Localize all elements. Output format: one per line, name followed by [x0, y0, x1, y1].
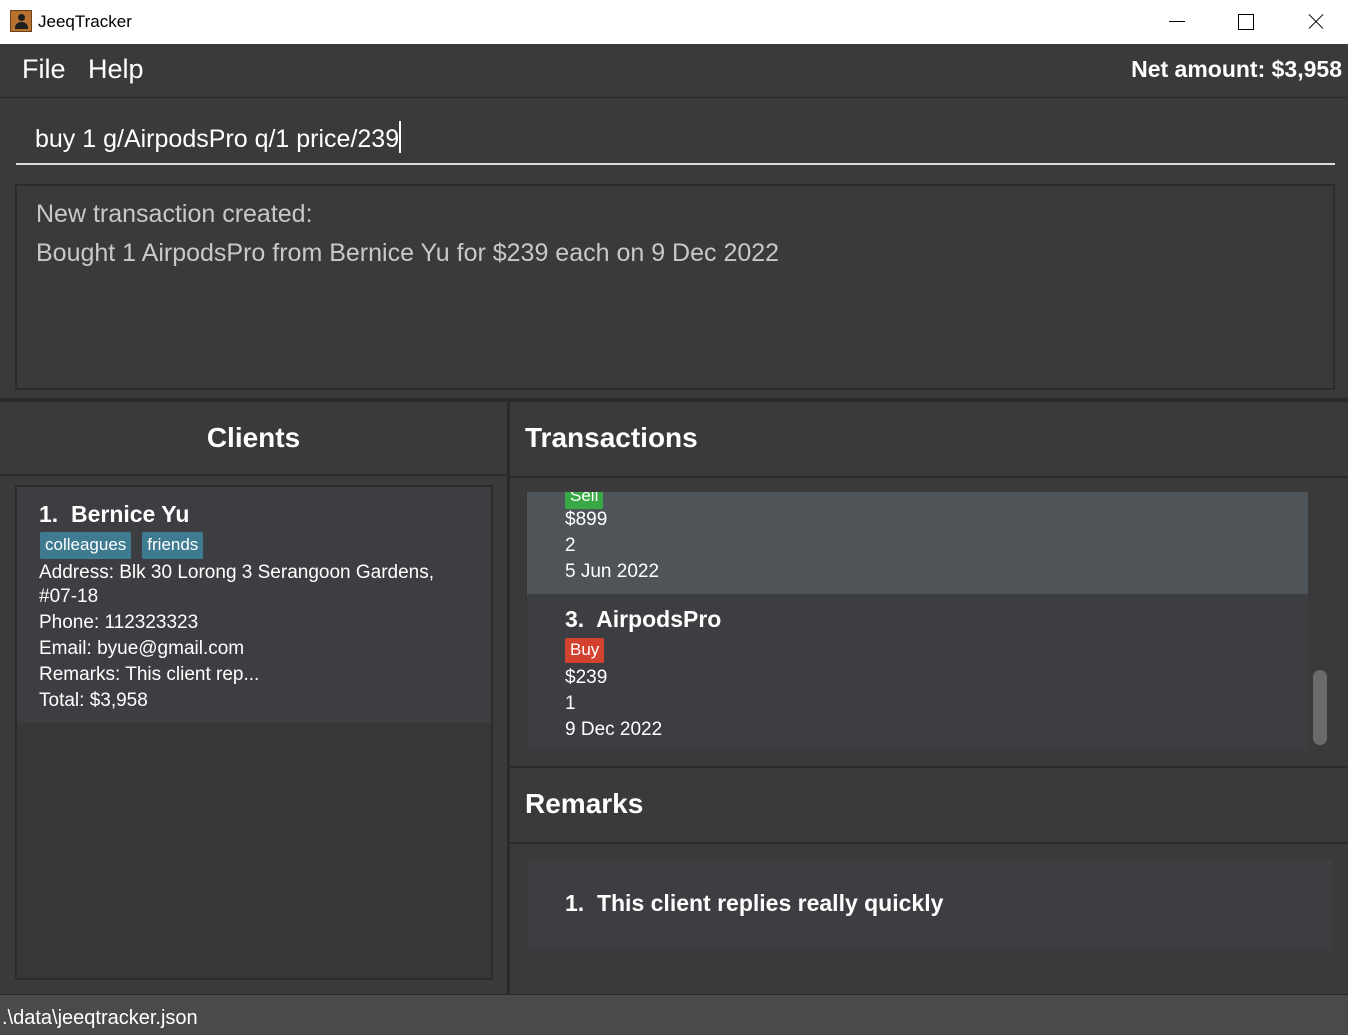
command-area: buy 1 g/AirpodsPro q/1 price/239 New tra… [0, 99, 1348, 399]
transactions-list[interactable]: Sell $899 2 5 Jun 2022 3. AirpodsPro Buy… [525, 492, 1308, 750]
client-total: Total: $3,958 [39, 690, 148, 711]
transaction-price: $899 [565, 509, 608, 530]
clients-header: Clients [0, 402, 507, 476]
tag-badge: friends [142, 532, 204, 559]
transaction-quantity: 2 [565, 535, 576, 556]
text-caret [399, 121, 402, 153]
remarks-list[interactable]: 1. This client replies really quickly [527, 860, 1332, 950]
net-amount: Net amount: $3,958 [1131, 56, 1342, 82]
right-panel: Transactions Sell $899 2 5 Jun 2022 3. A… [510, 402, 1348, 994]
clients-panel: Clients 1. Bernice Yu colleagues friends… [0, 402, 507, 994]
clients-title: Clients [206, 422, 301, 453]
remarks-title: Remarks [525, 788, 644, 819]
remark-item[interactable]: 1. This client replies really quickly [565, 890, 943, 917]
transaction-date: 9 Dec 2022 [565, 719, 663, 740]
client-phone: Phone: 112323323 [39, 612, 199, 633]
client-remarks: Remarks: This client rep... [39, 664, 260, 685]
scrollbar-thumb[interactable] [1313, 670, 1327, 745]
client-card[interactable]: 1. Bernice Yu colleagues friends Address… [17, 487, 491, 723]
data-file-path: .\data\jeeqtracker.json [2, 1007, 198, 1029]
sell-badge: Sell [565, 492, 604, 509]
status-bar: .\data\jeeqtracker.json [0, 994, 1348, 1035]
result-display: New transaction created: Bought 1 Airpod… [15, 184, 1335, 390]
command-input-value: buy 1 g/AirpodsPro q/1 price/239 [35, 125, 400, 153]
result-line: Bought 1 AirpodsPro from Bernice Yu for … [36, 239, 780, 267]
command-input[interactable]: buy 1 g/AirpodsPro q/1 price/239 [16, 109, 1335, 165]
menu-help[interactable]: Help [88, 54, 144, 85]
transactions-scrollbar[interactable] [1310, 492, 1330, 754]
client-name: 1. Bernice Yu [39, 501, 190, 527]
window-title: JeeqTracker [38, 12, 132, 31]
menu-bar: File Help Net amount: $3,958 [0, 44, 1348, 98]
title-bar: JeeqTracker [0, 0, 1348, 44]
client-tags: colleagues friends [40, 532, 204, 559]
transaction-price: $239 [565, 667, 608, 688]
transaction-name: 3. AirpodsPro [565, 606, 722, 632]
result-line: New transaction created: [36, 200, 313, 228]
clients-list[interactable]: 1. Bernice Yu colleagues friends Address… [15, 485, 493, 980]
transactions-header: Transactions [510, 402, 1348, 478]
transaction-quantity: 1 [565, 693, 576, 714]
client-address: Address: Blk 30 Lorong 3 Serangoon Garde… [39, 562, 435, 583]
transaction-card[interactable]: 3. AirpodsPro Buy $239 1 9 Dec 2022 [527, 594, 1308, 750]
client-address-cont: #07-18 [39, 586, 99, 607]
minimize-button[interactable] [1154, 0, 1200, 44]
menu-file[interactable]: File [22, 54, 66, 85]
maximize-button[interactable] [1222, 0, 1268, 44]
remarks-header: Remarks [510, 768, 1348, 844]
client-email: Email: byue@gmail.com [39, 638, 245, 659]
transaction-date: 5 Jun 2022 [565, 561, 660, 582]
tag-badge: colleagues [40, 532, 132, 559]
person-icon [10, 10, 32, 32]
close-button[interactable] [1292, 0, 1338, 44]
transaction-card[interactable]: Sell $899 2 5 Jun 2022 [527, 492, 1308, 594]
transactions-title: Transactions [525, 422, 698, 453]
buy-badge: Buy [565, 638, 605, 663]
